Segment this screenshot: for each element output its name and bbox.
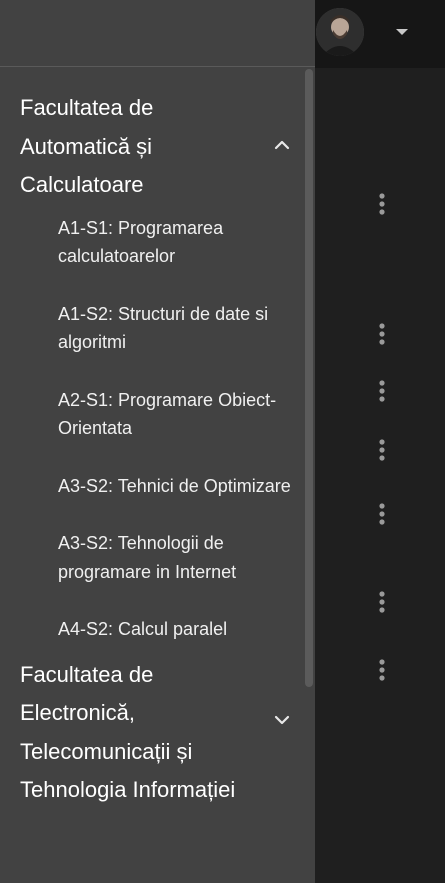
more-options-button[interactable] (372, 190, 392, 218)
more-vertical-icon (379, 380, 385, 402)
course-item[interactable]: A3-S2: Tehnologii de programare in Inter… (0, 529, 315, 586)
more-vertical-icon (379, 659, 385, 681)
more-options-button[interactable] (372, 656, 392, 684)
course-item[interactable]: A1-S2: Structuri de date si algoritmi (0, 300, 315, 357)
user-avatar[interactable] (316, 8, 364, 56)
more-vertical-icon (379, 591, 385, 613)
faculty-title: Facultatea de Electronică, Telecomunicaț… (20, 661, 236, 803)
course-item[interactable]: A2-S1: Programare Obiect-Orientata (0, 386, 315, 443)
more-vertical-icon (379, 323, 385, 345)
screen: Facultatea de Automatică și Calculatoare… (0, 0, 445, 883)
more-vertical-icon (379, 503, 385, 525)
chevron-up-icon[interactable] (272, 135, 292, 155)
chevron-down-icon[interactable] (272, 710, 292, 730)
navigation-drawer: Facultatea de Automatică și Calculatoare… (0, 0, 315, 883)
account-menu-dropdown[interactable] (388, 16, 416, 48)
faculty-title: Facultatea de Automatică și Calculatoare (20, 95, 154, 197)
course-item[interactable]: A1-S1: Programarea calculatoarelor (0, 214, 315, 271)
more-options-button[interactable] (372, 320, 392, 348)
more-options-button[interactable] (372, 500, 392, 528)
more-options-button[interactable] (372, 436, 392, 464)
faculty-header-automatica[interactable]: Facultatea de Automatică și Calculatoare (0, 67, 315, 214)
drawer-content: Facultatea de Automatică și Calculatoare… (0, 67, 315, 883)
course-item[interactable]: A4-S2: Calcul paralel (0, 615, 315, 644)
caret-down-icon (396, 29, 408, 35)
course-item[interactable]: A3-S2: Tehnici de Optimizare (0, 472, 315, 501)
course-list: A1-S1: Programarea calculatoarelor A1-S2… (0, 214, 315, 644)
more-options-button[interactable] (372, 377, 392, 405)
more-vertical-icon (379, 439, 385, 461)
drawer-header (0, 0, 315, 67)
more-vertical-icon (379, 193, 385, 215)
more-options-button[interactable] (372, 588, 392, 616)
faculty-header-electronica[interactable]: Facultatea de Electronică, Telecomunicaț… (0, 644, 315, 810)
